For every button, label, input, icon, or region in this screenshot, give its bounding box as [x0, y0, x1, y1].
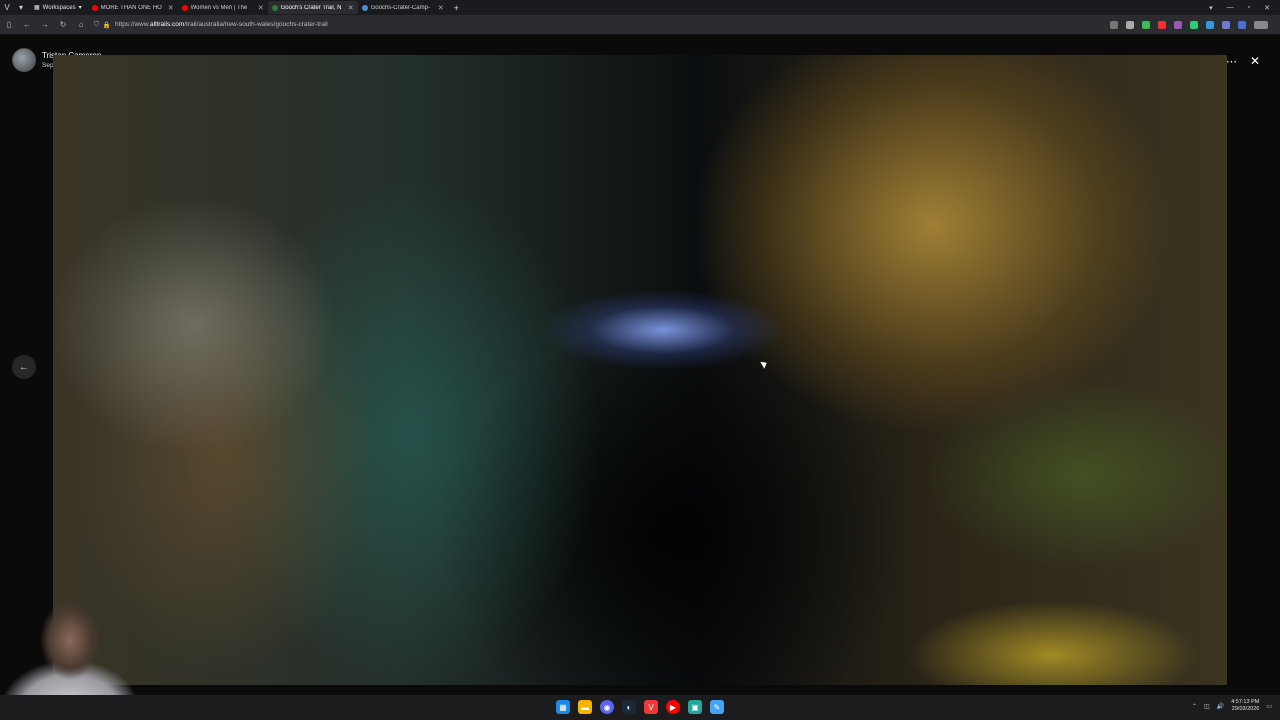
vivaldi-icon[interactable]: V	[644, 700, 658, 714]
page-icon	[361, 4, 368, 11]
workspaces-icon: ▦	[34, 5, 40, 11]
minimize-icon[interactable]: —	[1227, 4, 1234, 12]
clock-time: 4:57:13 PM	[1231, 699, 1260, 705]
tab-label: Goochs-Crater-Camp-	[370, 4, 430, 11]
home-icon[interactable]: ⌂	[72, 20, 90, 29]
notification-icon[interactable]: ▭	[1266, 703, 1272, 710]
alltrails-icon	[271, 4, 278, 11]
windows-icon[interactable]: ▦	[556, 700, 570, 714]
steam-icon[interactable]: ◐	[622, 700, 636, 714]
url-field[interactable]: ⛉ 🔒 https://www.alltrails.com/trail/aust…	[94, 21, 328, 29]
chevron-down-icon: ▾	[78, 5, 82, 11]
more-options-icon[interactable]: ⋯	[1226, 55, 1237, 68]
vivaldi-menu-icon[interactable]: V	[0, 0, 14, 15]
clock[interactable]: 4:57:13 PM 29/03/2026	[1231, 699, 1259, 713]
close-tab-icon[interactable]: ✕	[168, 4, 174, 12]
extension-icon[interactable]	[1222, 20, 1230, 29]
tab-label: MORE THAN ONE HO	[100, 4, 162, 11]
close-tab-icon[interactable]: ✕	[348, 4, 354, 12]
extension-icon[interactable]	[1158, 20, 1166, 29]
youtube-icon	[91, 4, 98, 11]
trail-photo	[53, 55, 1227, 685]
url-prefix: https://www.	[114, 21, 151, 28]
tab-4[interactable]: Goochs-Crater-Camp- ✕	[358, 1, 448, 14]
extension-icon[interactable]	[1142, 20, 1150, 29]
close-tab-icon[interactable]: ✕	[258, 4, 264, 12]
close-window-icon[interactable]: ✕	[1264, 4, 1270, 12]
close-icon[interactable]: ✕	[1250, 54, 1260, 68]
avatar[interactable]	[12, 48, 36, 72]
app-icon[interactable]: ▣	[688, 700, 702, 714]
extension-icon[interactable]	[1174, 20, 1182, 29]
address-bar: ▯ ← → ↻ ⌂ ⛉ 🔒 https://www.alltrails.com/…	[0, 15, 1280, 35]
extension-icon[interactable]	[1190, 20, 1198, 29]
extension-icon[interactable]	[1206, 20, 1214, 29]
tab-1[interactable]: MORE THAN ONE HO ✕	[88, 1, 178, 14]
panel-toggle-icon[interactable]: ▯	[0, 20, 18, 29]
youtube-icon	[181, 4, 188, 11]
previous-photo-button[interactable]: ←	[12, 355, 36, 379]
system-tray: ⌃ ◫ 🔊 4:57:13 PM 29/03/2026 ▭	[1192, 699, 1272, 713]
tab-bar: V ▾ ▦ Workspaces ▾ MORE THAN ONE HO ✕ Wo…	[0, 0, 1280, 15]
forward-icon[interactable]: →	[36, 20, 54, 29]
shield-icon: ⛉	[94, 20, 99, 28]
photo-viewer: Tristan Cameron Sep 23, 2024 ← ⋯ ✕	[0, 35, 1280, 720]
tab-label: Gooch's Crater Trail, N	[280, 4, 342, 11]
url-domain: alltrails.com	[150, 21, 185, 28]
maximize-icon[interactable]: ▫	[1248, 4, 1250, 12]
tab-label: Women vs Men | The	[190, 4, 248, 11]
speaker-icon[interactable]: 🔊	[1217, 703, 1224, 710]
back-icon[interactable]: ←	[18, 20, 36, 29]
tab-list-icon[interactable]: ▾	[1209, 4, 1213, 12]
chevron-down-icon[interactable]: ▾	[14, 0, 28, 15]
taskbar: ▦ ▬ ◉ ◐ V ▶ ▣ ✎ ⌃ ◫ 🔊 4:57:13 PM 29/03/2…	[0, 695, 1280, 720]
extensions	[1110, 20, 1280, 29]
clock-date: 29/03/2026	[1231, 706, 1260, 712]
chevron-up-icon[interactable]: ⌃	[1192, 703, 1197, 710]
network-icon[interactable]: ◫	[1204, 703, 1210, 710]
tab-3[interactable]: Gooch's Crater Trail, N ✕	[267, 1, 358, 14]
vpn-icon[interactable]	[1254, 20, 1268, 29]
youtube-icon[interactable]: ▶	[666, 700, 680, 714]
discord-icon[interactable]: ◉	[600, 700, 614, 714]
tab-2[interactable]: Women vs Men | The ✕	[178, 1, 268, 14]
close-tab-icon[interactable]: ✕	[438, 4, 444, 12]
extension-icon[interactable]	[1238, 20, 1246, 29]
workspaces-label: Workspaces	[42, 4, 76, 11]
app2-icon[interactable]: ✎	[710, 700, 724, 714]
bookmark-icon[interactable]	[1126, 20, 1134, 29]
folder-icon[interactable]: ▬	[578, 700, 592, 714]
reload-icon[interactable]: ↻	[54, 20, 72, 29]
lock-icon: 🔒	[102, 21, 111, 29]
reader-icon[interactable]	[1110, 20, 1118, 29]
workspaces-button[interactable]: ▦ Workspaces ▾	[28, 0, 88, 15]
url-path: /trail/australia/new-south-wales/goochs-…	[184, 21, 328, 28]
new-tab-button[interactable]: +	[448, 3, 465, 13]
